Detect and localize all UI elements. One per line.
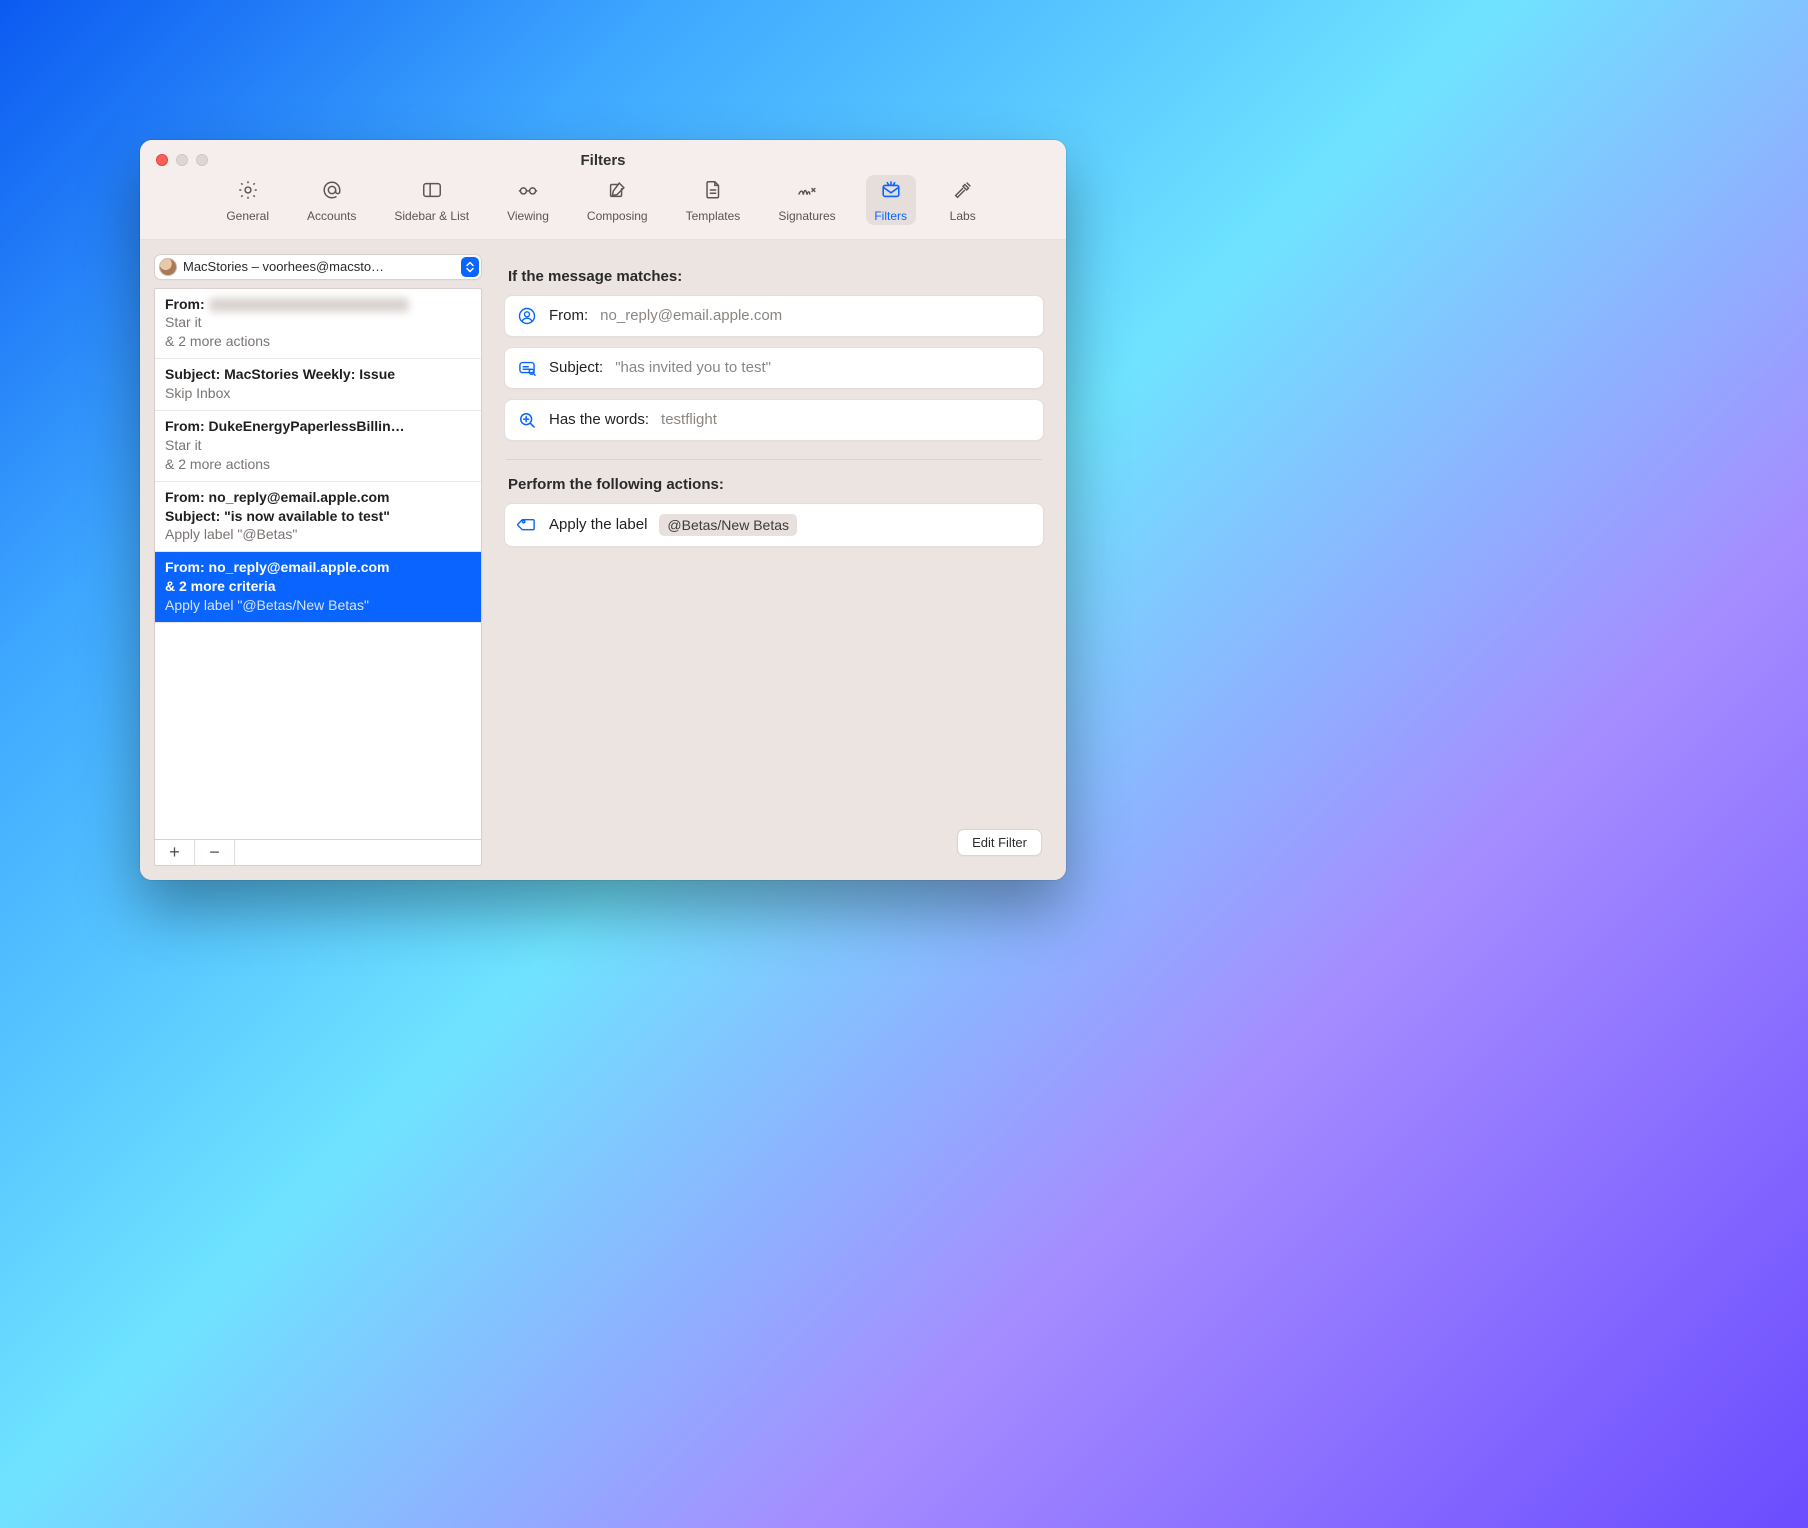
close-window-button[interactable] [156, 154, 168, 166]
filter-list-item[interactable]: From: no_reply@email.apple.com Subject: … [155, 482, 481, 553]
filter-subtext: Star it [165, 313, 471, 332]
condition-key: Has the words: [549, 411, 649, 428]
condition-row-from: From: no_reply@email.apple.com [504, 295, 1044, 337]
condition-value: "has invited you to test" [615, 359, 771, 376]
filter-detail-panel: If the message matches: From: no_reply@e… [496, 254, 1052, 866]
tab-composing[interactable]: Composing [579, 175, 656, 225]
tab-viewing[interactable]: Viewing [499, 175, 557, 225]
at-sign-icon [319, 179, 345, 206]
list-footer: + − [154, 840, 482, 866]
condition-key: Subject: [549, 359, 603, 376]
tab-label: General [226, 209, 269, 223]
filter-subtext: Star it [165, 436, 471, 455]
tab-label: Accounts [307, 209, 356, 223]
list-footer-spacer [235, 840, 481, 865]
tab-label: Filters [874, 209, 907, 223]
filter-subtext: Apply label "@Betas" [165, 525, 471, 544]
filter-title: From: no_reply@email.apple.com [165, 558, 471, 577]
tab-templates[interactable]: Templates [678, 175, 749, 225]
tag-icon [517, 515, 537, 535]
filter-list-item[interactable]: From: Star it & 2 more actions [155, 289, 481, 360]
conditions-group: From: no_reply@email.apple.com Subject: … [504, 295, 1044, 441]
sidebar-icon [419, 179, 445, 206]
tab-accounts[interactable]: Accounts [299, 175, 364, 225]
tab-signatures[interactable]: Signatures [770, 175, 843, 225]
action-row-apply-label: Apply the label @Betas/New Betas [504, 503, 1044, 547]
left-column: MacStories – voorhees@macsto… From: Star… [154, 254, 482, 866]
compose-icon [604, 179, 630, 206]
tab-filters[interactable]: Filters [866, 175, 916, 225]
zoom-window-button[interactable] [196, 154, 208, 166]
account-picker[interactable]: MacStories – voorhees@macsto… [154, 254, 482, 280]
preferences-toolbar: General Accounts Sidebar & List Viewing [140, 175, 1066, 225]
filter-title: From: [165, 296, 205, 312]
add-filter-button[interactable]: + [155, 840, 195, 865]
titlebar: Filters General Accounts Sidebar & List [140, 140, 1066, 240]
tab-label: Viewing [507, 209, 549, 223]
filter-subtext: & 2 more actions [165, 332, 471, 351]
filters-icon [878, 179, 904, 206]
tab-label: Templates [686, 209, 741, 223]
minus-icon: − [209, 842, 220, 863]
filter-title: From: DukeEnergyPaperlessBillin… [165, 417, 471, 436]
document-icon [700, 179, 726, 206]
plus-icon: + [169, 842, 180, 863]
tab-labs[interactable]: Labs [938, 175, 988, 225]
traffic-lights [156, 154, 208, 166]
avatar [159, 258, 177, 276]
tab-label: Sidebar & List [394, 209, 469, 223]
filter-title: Subject: MacStories Weekly: Issue [165, 365, 471, 384]
tab-sidebar-list[interactable]: Sidebar & List [386, 175, 477, 225]
condition-key: From: [549, 307, 588, 324]
filter-list[interactable]: From: Star it & 2 more actions Subject: … [154, 288, 482, 840]
conditions-heading: If the message matches: [508, 268, 1040, 285]
search-icon [517, 410, 537, 430]
filter-subtext: Skip Inbox [165, 384, 471, 403]
filter-subtext: & 2 more actions [165, 455, 471, 474]
filter-title-2: Subject: "is now available to test" [165, 507, 471, 526]
remove-filter-button[interactable]: − [195, 840, 235, 865]
account-picker-label: MacStories – voorhees@macsto… [183, 259, 455, 274]
tab-general[interactable]: General [218, 175, 277, 225]
action-key: Apply the label [549, 516, 647, 533]
glasses-icon [515, 179, 541, 206]
filter-title-2: & 2 more criteria [165, 577, 471, 596]
edit-filter-wrap: Edit Filter [957, 829, 1042, 856]
person-circle-icon [517, 306, 537, 326]
condition-value: no_reply@email.apple.com [600, 307, 782, 324]
minimize-window-button[interactable] [176, 154, 188, 166]
preferences-window: Filters General Accounts Sidebar & List [140, 140, 1066, 880]
filter-subtext: Apply label "@Betas/New Betas" [165, 596, 471, 615]
content-area: MacStories – voorhees@macsto… From: Star… [140, 240, 1066, 880]
tab-label: Labs [950, 209, 976, 223]
tab-label: Signatures [778, 209, 835, 223]
filter-list-item[interactable]: From: DukeEnergyPaperlessBillin… Star it… [155, 411, 481, 482]
window-title: Filters [140, 140, 1066, 169]
condition-row-subject: Subject: "has invited you to test" [504, 347, 1044, 389]
condition-value: testflight [661, 411, 717, 428]
signature-icon [794, 179, 820, 206]
actions-group: Apply the label @Betas/New Betas [504, 503, 1044, 547]
filter-list-item[interactable]: Subject: MacStories Weekly: Issue Skip I… [155, 359, 481, 411]
hammer-icon [950, 179, 976, 206]
popup-stepper-icon [461, 257, 479, 277]
subject-icon [517, 358, 537, 378]
edit-filter-button[interactable]: Edit Filter [957, 829, 1042, 856]
actions-heading: Perform the following actions: [508, 476, 1040, 493]
redacted-text [209, 298, 409, 312]
gear-icon [235, 179, 261, 206]
filter-list-item-selected[interactable]: From: no_reply@email.apple.com & 2 more … [155, 552, 481, 623]
label-chip: @Betas/New Betas [659, 514, 797, 536]
section-divider [506, 459, 1042, 460]
tab-label: Composing [587, 209, 648, 223]
filter-title: From: no_reply@email.apple.com [165, 488, 471, 507]
condition-row-has-words: Has the words: testflight [504, 399, 1044, 441]
